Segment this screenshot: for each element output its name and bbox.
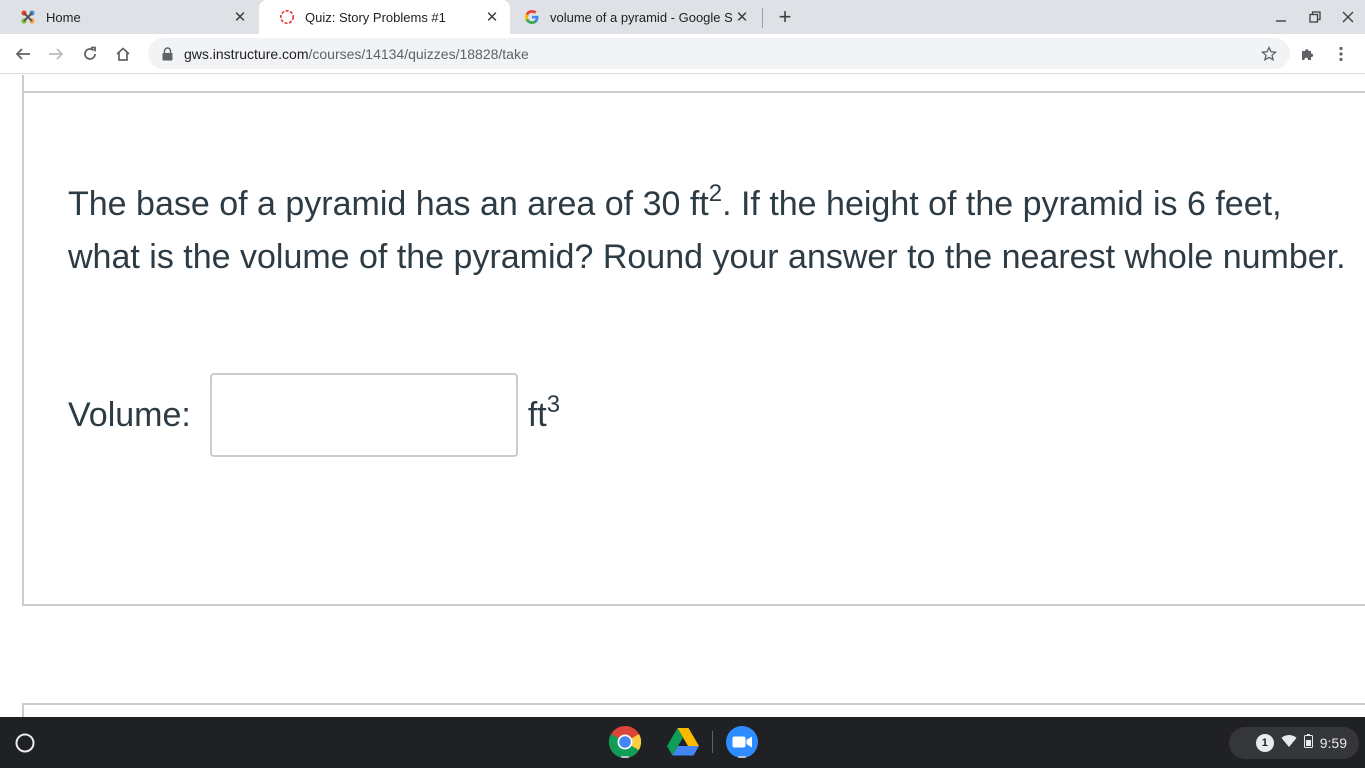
answer-row: Volume: ft3	[68, 373, 560, 457]
app-running-indicator	[738, 756, 746, 758]
launcher-icon[interactable]	[8, 726, 42, 760]
close-window-icon[interactable]	[1338, 8, 1358, 26]
zoom-icon[interactable]	[724, 724, 760, 760]
shelf-divider	[712, 731, 713, 753]
url-text: gws.instructure.com/courses/14134/quizze…	[184, 46, 529, 62]
url-domain: gws.instructure.com	[184, 45, 309, 62]
question-part-1: The base of a pyramid has an area of 30 …	[68, 185, 709, 223]
back-arrow-icon[interactable]	[11, 42, 35, 66]
tab-quiz[interactable]: Quiz: Story Problems #1 ✕	[259, 0, 510, 34]
forward-arrow-icon[interactable]	[44, 42, 68, 66]
joomla-icon	[20, 9, 36, 25]
url-path: /courses/14134/quizzes/18828/take	[308, 45, 529, 62]
canvas-icon	[279, 9, 295, 25]
restore-icon[interactable]	[1305, 8, 1325, 26]
minimize-icon[interactable]	[1271, 8, 1291, 26]
question-text: The base of a pyramid has an area of 30 …	[68, 178, 1358, 284]
tab-divider	[762, 8, 763, 28]
unit-superscript: 3	[546, 390, 561, 418]
tab-title: volume of a pyramid - Google Se	[550, 9, 732, 25]
question-superscript: 2	[708, 180, 723, 207]
volume-answer-input[interactable]	[209, 373, 518, 457]
close-icon[interactable]: ✕	[232, 9, 248, 26]
answer-unit: ft3	[527, 392, 560, 435]
lock-icon[interactable]	[160, 46, 174, 61]
unit-text: ft	[527, 395, 547, 434]
browser-toolbar: gws.instructure.com/courses/14134/quizze…	[0, 34, 1365, 74]
drive-icon[interactable]	[665, 724, 701, 760]
close-icon[interactable]: ✕	[734, 9, 750, 26]
wifi-icon	[1281, 734, 1297, 753]
chrome-icon[interactable]	[607, 724, 643, 760]
google-icon	[524, 9, 540, 25]
extensions-puzzle-icon[interactable]	[1296, 42, 1320, 66]
notification-count-badge[interactable]: 1	[1255, 734, 1274, 752]
more-menu-icon[interactable]	[1329, 42, 1353, 66]
tab-title: Quiz: Story Problems #1	[305, 9, 446, 25]
tab-google-search[interactable]: volume of a pyramid - Google Se ✕	[510, 0, 760, 34]
next-question-box	[22, 703, 1365, 717]
tab-home[interactable]: Home ✕	[0, 0, 258, 34]
bookmark-star-icon[interactable]	[1260, 45, 1278, 63]
previous-question-box	[22, 75, 1365, 93]
new-tab-button[interactable]: +	[773, 4, 797, 29]
system-shelf: 1 9:59	[0, 717, 1365, 768]
question-box	[22, 93, 1365, 606]
tab-title: Home	[46, 9, 81, 25]
tab-strip: Home ✕ Quiz: Story Problems #1 ✕ volume …	[0, 0, 1365, 34]
answer-label: Volume:	[68, 395, 191, 434]
status-tray[interactable]: 1 9:59	[1229, 727, 1359, 759]
battery-icon	[1303, 733, 1313, 753]
app-running-indicator	[621, 756, 629, 758]
reload-icon[interactable]	[78, 42, 102, 66]
close-icon[interactable]: ✕	[484, 9, 500, 26]
clock[interactable]: 9:59	[1320, 735, 1347, 751]
quiz-page: The base of a pyramid has an area of 30 …	[0, 75, 1365, 717]
address-bar[interactable]: gws.instructure.com/courses/14134/quizze…	[148, 38, 1290, 69]
home-icon[interactable]	[111, 42, 135, 66]
